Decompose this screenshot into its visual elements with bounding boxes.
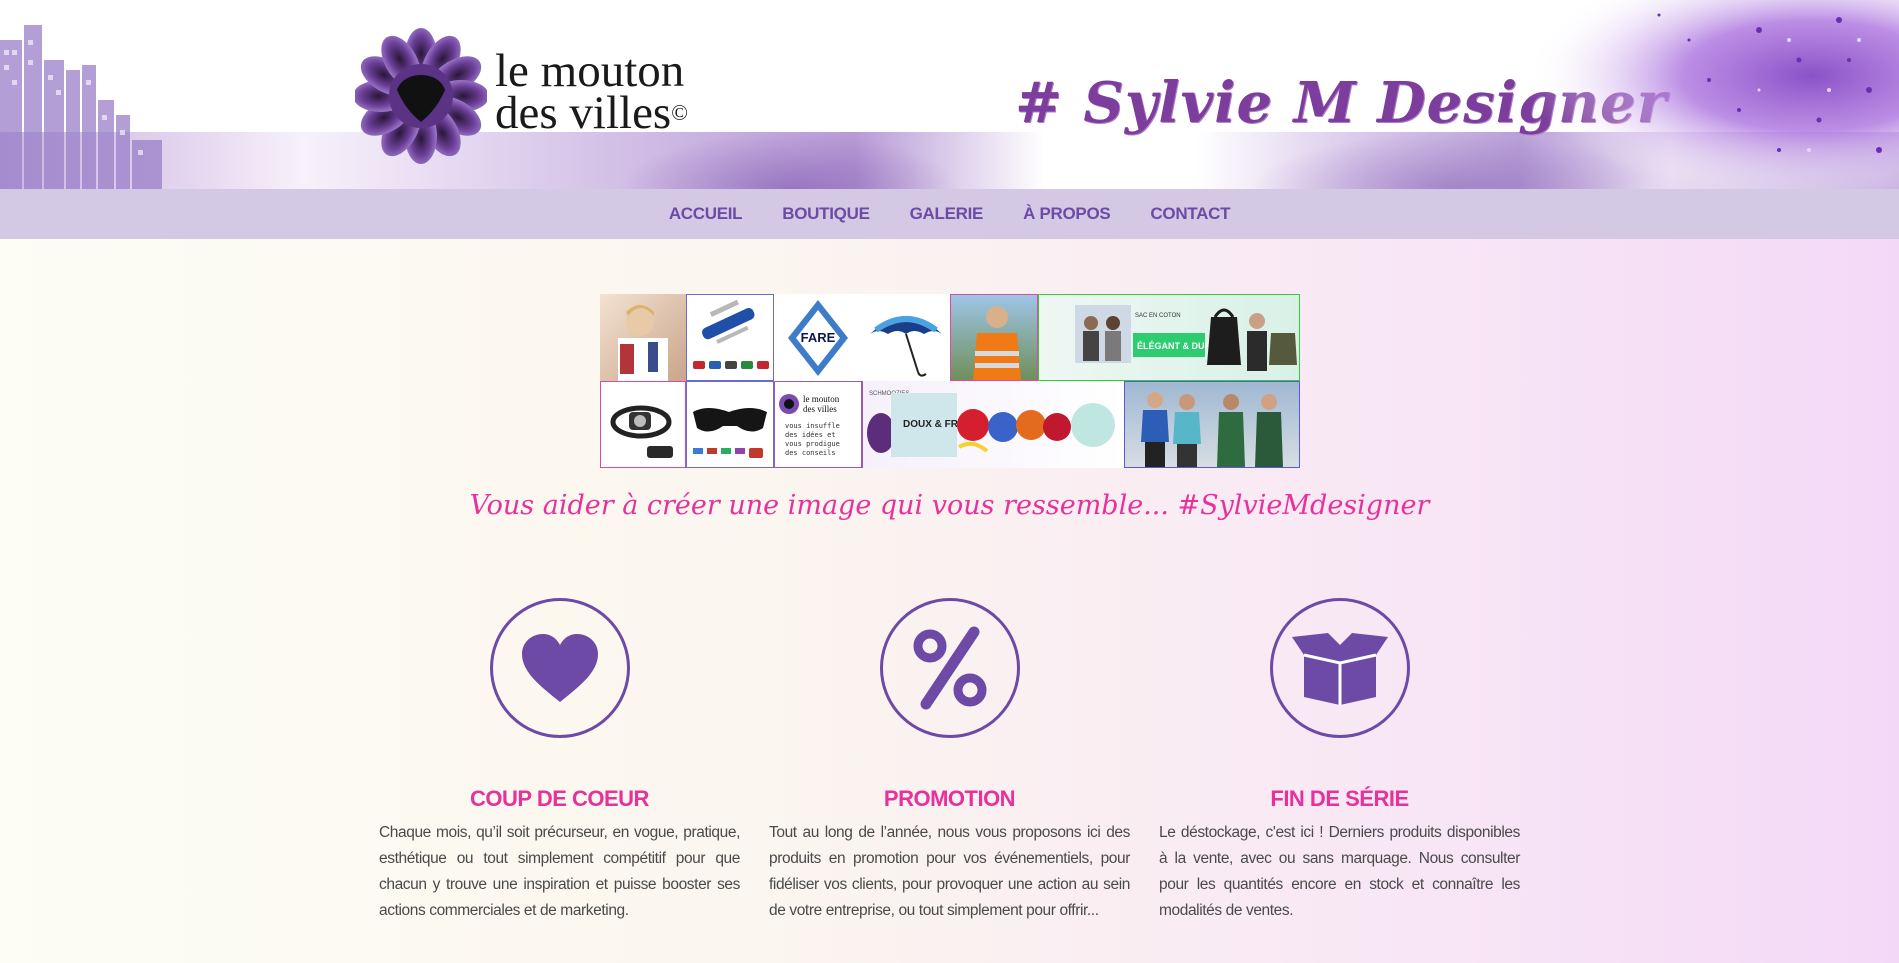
feature-text: Le déstockage, c'est ici ! Derniers prod…	[1159, 824, 1520, 919]
collage-tile-cotton-bag-banner[interactable]: SAC EN COTON ÉLÉGANT & DURABLE	[1038, 294, 1300, 381]
collage-tile-candy-banner[interactable]: SCHMOOZIES DOUX & FRUITÉS	[862, 381, 1124, 468]
umbrella-icon	[870, 316, 942, 377]
mini-logo-line1: le mouton	[803, 394, 840, 404]
feature-promotion[interactable]: PROMOTION Tout au long de l’année, nous …	[769, 598, 1130, 924]
nav-item-accueil[interactable]: ACCUEIL	[669, 204, 743, 224]
nav-item-galerie[interactable]: GALERIE	[910, 204, 984, 224]
collage-tile-safety-vest[interactable]	[950, 294, 1038, 381]
feature-fin-de-serie[interactable]: FIN DE SÉRIE Le déstockage, c'est ici ! …	[1159, 598, 1520, 924]
multitool-icon	[693, 299, 769, 369]
feature-icon-circle[interactable]	[1269, 598, 1410, 738]
headlamp-icon	[610, 405, 673, 458]
percent-icon	[913, 626, 986, 710]
collage-tile-sunglasses[interactable]	[686, 381, 774, 468]
candy-banner-icon: SCHMOOZIES DOUX & FRUITÉS	[867, 391, 1115, 457]
fare-label: FARE	[801, 330, 836, 345]
feature-text: Tout au long de l’année, nous vous propo…	[769, 824, 1130, 919]
feature-icon-circle[interactable]	[879, 598, 1020, 738]
site-header: le mouton des villes© # Sylvie M Designe…	[0, 0, 1899, 189]
woman-photo-icon	[618, 305, 668, 381]
site-logo[interactable]: le mouton des villes©	[355, 28, 715, 164]
collage-tile-woman-towel[interactable]	[600, 294, 686, 381]
glitter-decoration	[1459, 0, 1899, 189]
flower-logo-icon	[355, 28, 487, 164]
logo-line-1: le mouton	[495, 45, 685, 97]
collage-tile-umbrella[interactable]	[862, 294, 950, 381]
banner-small-text: SAC EN COTON	[1135, 313, 1181, 319]
logo-copyright: ©	[671, 100, 688, 125]
safety-vest-icon	[973, 306, 1021, 380]
collage-tile-multitool[interactable]	[686, 294, 774, 381]
collage-tile-mini-logo[interactable]: le mouton des villes vous insuffle des i…	[774, 381, 862, 468]
feature-coup-de-coeur[interactable]: COUP DE COEUR Chaque mois, qu’il soit pr…	[379, 598, 740, 924]
cotton-bag-banner-icon: SAC EN COTON ÉLÉGANT & DURABLE	[1075, 305, 1297, 371]
logo-wordmark: le mouton des villes©	[495, 45, 688, 137]
feature-title: COUP DE COEUR	[470, 786, 649, 811]
collage-tile-headlamp[interactable]	[600, 381, 686, 468]
nav-item-contact[interactable]: CONTACT	[1150, 204, 1230, 224]
logo-line-2: des villes	[495, 87, 672, 139]
mini-logo-note: vous insuffle des idées et vous prodigue…	[785, 422, 840, 457]
tagline: Vous aider à créer une image qui vous re…	[469, 490, 1430, 521]
heart-icon	[521, 634, 598, 702]
collage-tile-fare-logo[interactable]: FARE	[774, 294, 862, 381]
product-collage[interactable]: FARE SAC EN COTON ÉLÉGANT & DURABLE le m…	[600, 294, 1300, 468]
feature-title: PROMOTION	[883, 786, 1016, 811]
feature-icon-circle[interactable]	[489, 598, 630, 738]
city-skyline-decoration	[0, 25, 162, 189]
nav-item-a-propos[interactable]: À PROPOS	[1023, 204, 1111, 224]
sunglasses-icon	[693, 408, 767, 458]
feature-text: Chaque mois, qu’il soit précurseur, en v…	[379, 824, 740, 919]
main-nav: ACCUEIL BOUTIQUE GALERIE À PROPOS CONTAC…	[0, 189, 1899, 239]
feature-title: FIN DE SÉRIE	[1270, 786, 1409, 811]
open-box-icon	[1291, 633, 1388, 705]
mini-logo-line2: des villes	[803, 404, 837, 414]
tshirts-people-icon	[1141, 392, 1283, 467]
collage-tile-tshirts[interactable]	[1124, 381, 1300, 468]
nav-item-boutique[interactable]: BOUTIQUE	[782, 204, 870, 224]
fare-diamond-icon: FARE	[788, 300, 848, 376]
